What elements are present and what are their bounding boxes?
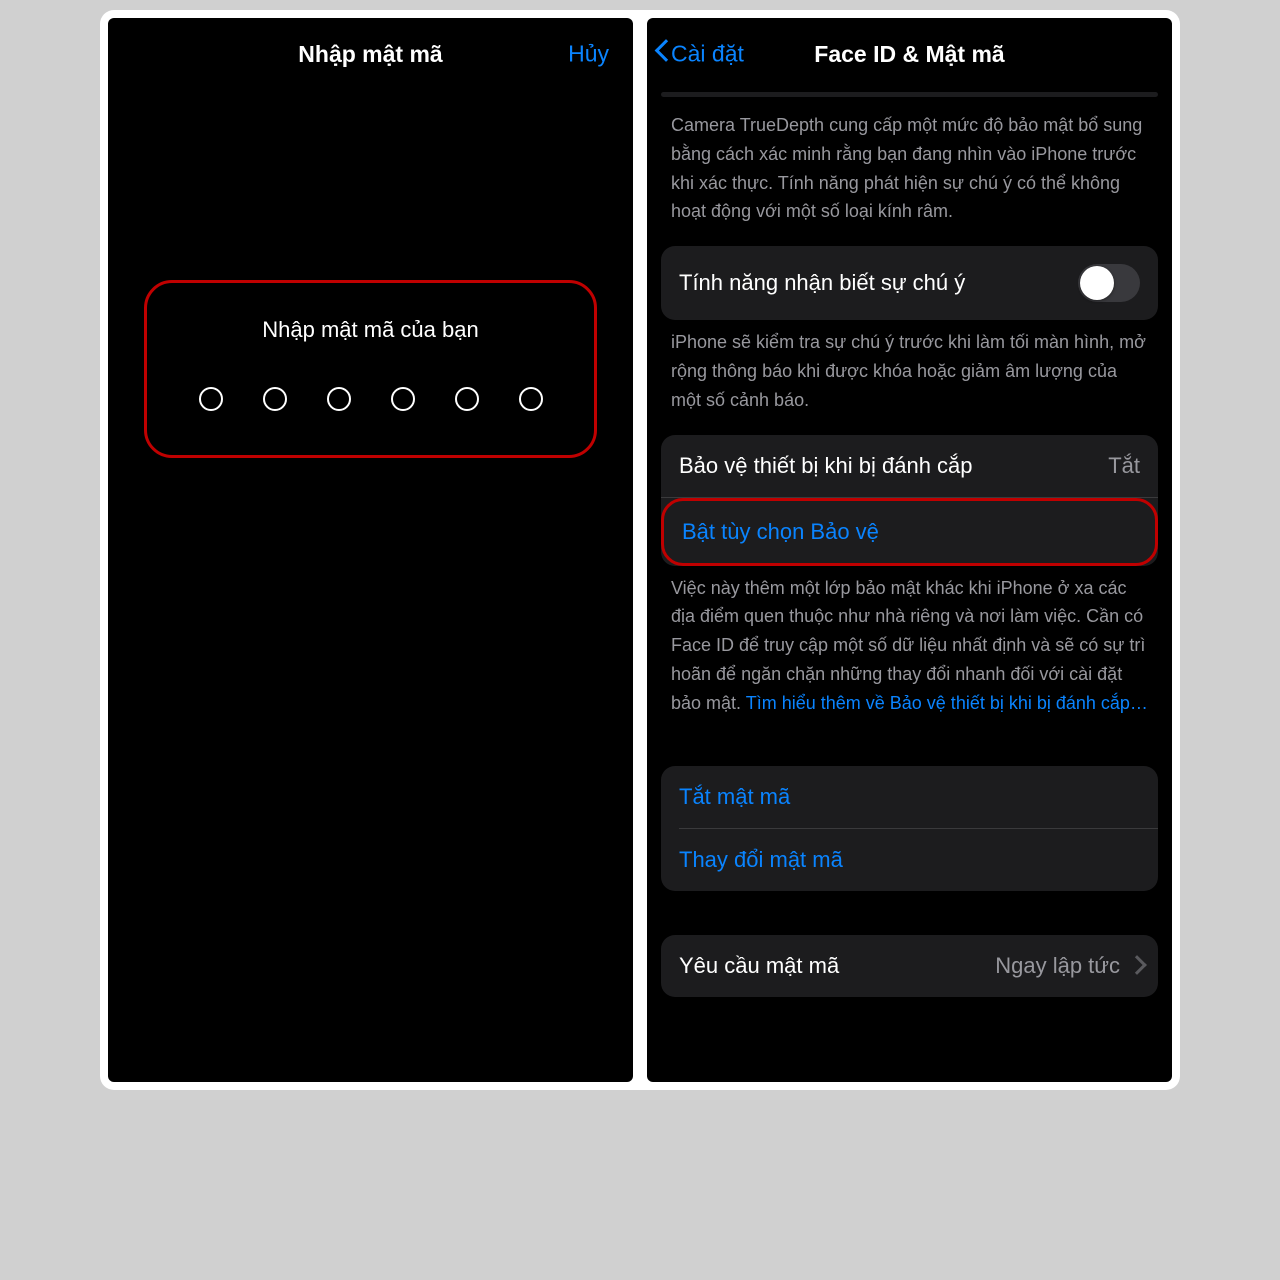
passcode-dot	[519, 387, 543, 411]
enable-protection-row[interactable]: Bật tùy chọn Bảo vệ	[664, 501, 1155, 563]
require-passcode-value: Ngay lập tức	[995, 953, 1120, 979]
stolen-description: Việc này thêm một lớp bảo mật khác khi i…	[661, 566, 1158, 738]
cancel-button[interactable]: Hủy	[568, 41, 609, 68]
passcode-header: Nhập mật mã Hủy	[108, 18, 633, 90]
enable-protection-label: Bật tùy chọn Bảo vệ	[682, 519, 879, 545]
passcode-dot	[199, 387, 223, 411]
settings-title: Face ID & Mật mã	[814, 41, 1004, 68]
chevron-right-icon	[1130, 958, 1140, 974]
settings-header: Cài đặt Face ID & Mật mã	[647, 18, 1172, 90]
toggle-knob	[1080, 266, 1114, 300]
require-passcode-row[interactable]: Yêu cầu mật mã Ngay lập tức	[661, 935, 1158, 997]
back-label: Cài đặt	[671, 41, 744, 68]
passcode-actions-group: Tắt mật mã Thay đổi mật mã	[661, 766, 1158, 891]
change-passcode-label: Thay đổi mật mã	[679, 847, 843, 873]
stolen-protection-group: Bảo vệ thiết bị khi bị đánh cắp Tắt Bật …	[661, 435, 1158, 566]
passcode-prompt: Nhập mật mã của bạn	[157, 317, 584, 343]
require-passcode-label: Yêu cầu mật mã	[679, 953, 839, 979]
highlight-passcode-box: Nhập mật mã của bạn	[144, 280, 597, 458]
stolen-protection-value: Tắt	[1108, 453, 1140, 479]
attention-aware-toggle[interactable]	[1078, 264, 1140, 302]
highlight-enable-protection: Bật tùy chọn Bảo vệ	[661, 498, 1158, 566]
previous-section-peek	[661, 92, 1158, 97]
back-button[interactable]: Cài đặt	[655, 41, 744, 68]
faceid-passcode-settings: Cài đặt Face ID & Mật mã Camera TrueDept…	[647, 18, 1172, 1082]
turn-passcode-off-label: Tắt mật mã	[679, 784, 790, 810]
passcode-dot	[263, 387, 287, 411]
passcode-entry-screen: Nhập mật mã Hủy Nhập mật mã của bạn	[108, 18, 633, 1082]
require-passcode-group: Yêu cầu mật mã Ngay lập tức	[661, 935, 1158, 997]
attention-aware-label: Tính năng nhận biết sự chú ý	[679, 270, 965, 296]
stolen-protection-row[interactable]: Bảo vệ thiết bị khi bị đánh cắp Tắt	[661, 435, 1158, 498]
attention-description: iPhone sẽ kiểm tra sự chú ý trước khi là…	[661, 320, 1158, 434]
passcode-title: Nhập mật mã	[298, 41, 442, 68]
passcode-dots[interactable]	[157, 387, 584, 411]
chevron-left-icon	[655, 42, 669, 66]
attention-aware-row[interactable]: Tính năng nhận biết sự chú ý	[661, 246, 1158, 320]
stolen-learn-more-link[interactable]: Tìm hiểu thêm về Bảo vệ thiết bị khi bị …	[746, 693, 1148, 713]
passcode-dot	[391, 387, 415, 411]
turn-passcode-off-row[interactable]: Tắt mật mã	[661, 766, 1158, 828]
passcode-dot	[327, 387, 351, 411]
truedepth-description: Camera TrueDepth cung cấp một mức độ bảo…	[661, 103, 1158, 246]
stolen-protection-label: Bảo vệ thiết bị khi bị đánh cắp	[679, 453, 973, 479]
attention-toggle-group: Tính năng nhận biết sự chú ý	[661, 246, 1158, 320]
passcode-dot	[455, 387, 479, 411]
change-passcode-row[interactable]: Thay đổi mật mã	[661, 829, 1158, 891]
